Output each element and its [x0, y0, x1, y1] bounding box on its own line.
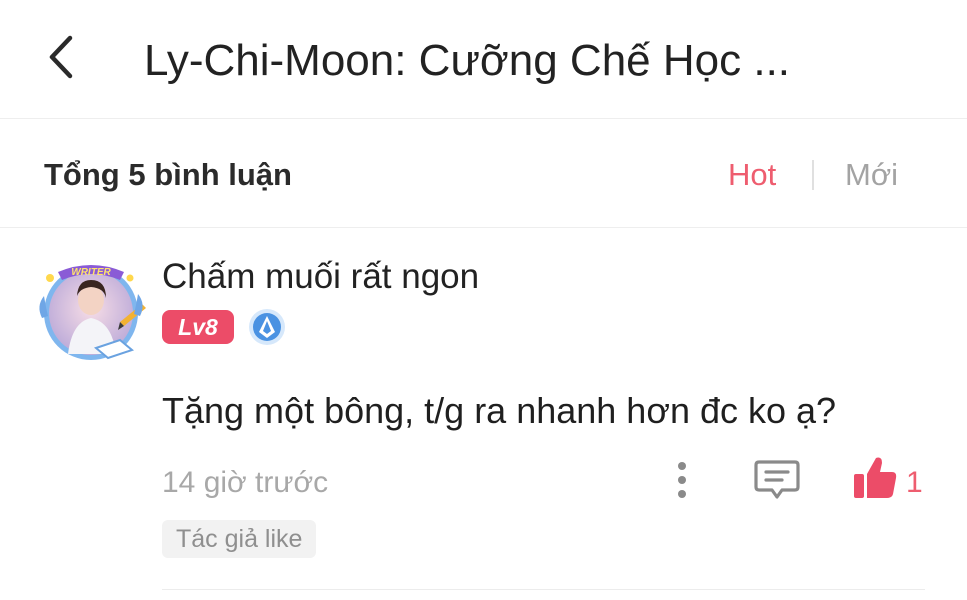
comment-icon: [754, 460, 800, 499]
more-vertical-icon: [678, 462, 686, 498]
more-options-button[interactable]: [668, 458, 696, 502]
level-badge: Lv8: [162, 310, 234, 344]
writer-avatar-frame: WRITER: [39, 265, 146, 360]
writer-frame-label: WRITER: [71, 267, 111, 278]
tab-divider: [812, 160, 814, 190]
rank-badge-icon: [248, 308, 286, 346]
tab-hot[interactable]: Hot: [728, 155, 776, 195]
comment-timestamp: 14 giờ trước: [162, 466, 329, 499]
thumbs-up-icon: [854, 457, 897, 498]
sort-bar: Tổng 5 bình luận Hot Mới: [0, 119, 967, 228]
author-liked-tag: Tác giả like: [162, 520, 317, 558]
chevron-left-icon: [49, 35, 73, 79]
back-button[interactable]: [36, 30, 86, 84]
avatar[interactable]: WRITER: [34, 256, 148, 366]
top-bar: Ly-Chi-Moon: Cưỡng Chế Học ...: [0, 0, 967, 119]
comment-divider: [162, 589, 925, 590]
comments-page: Ly-Chi-Moon: Cưỡng Chế Học ... Tổng 5 bì…: [0, 0, 967, 600]
like-count: 1: [906, 466, 923, 499]
comment-text: Tặng một bông, t/g ra nhanh hơn đc ko ạ?: [162, 390, 837, 431]
reply-button[interactable]: [752, 456, 802, 504]
tab-new[interactable]: Mới: [845, 155, 898, 195]
page-title: Ly-Chi-Moon: Cưỡng Chế Học ...: [144, 36, 791, 85]
total-comments-label: Tổng 5 bình luận: [44, 157, 292, 192]
comment-username[interactable]: Chấm muối rất ngon: [162, 256, 479, 298]
